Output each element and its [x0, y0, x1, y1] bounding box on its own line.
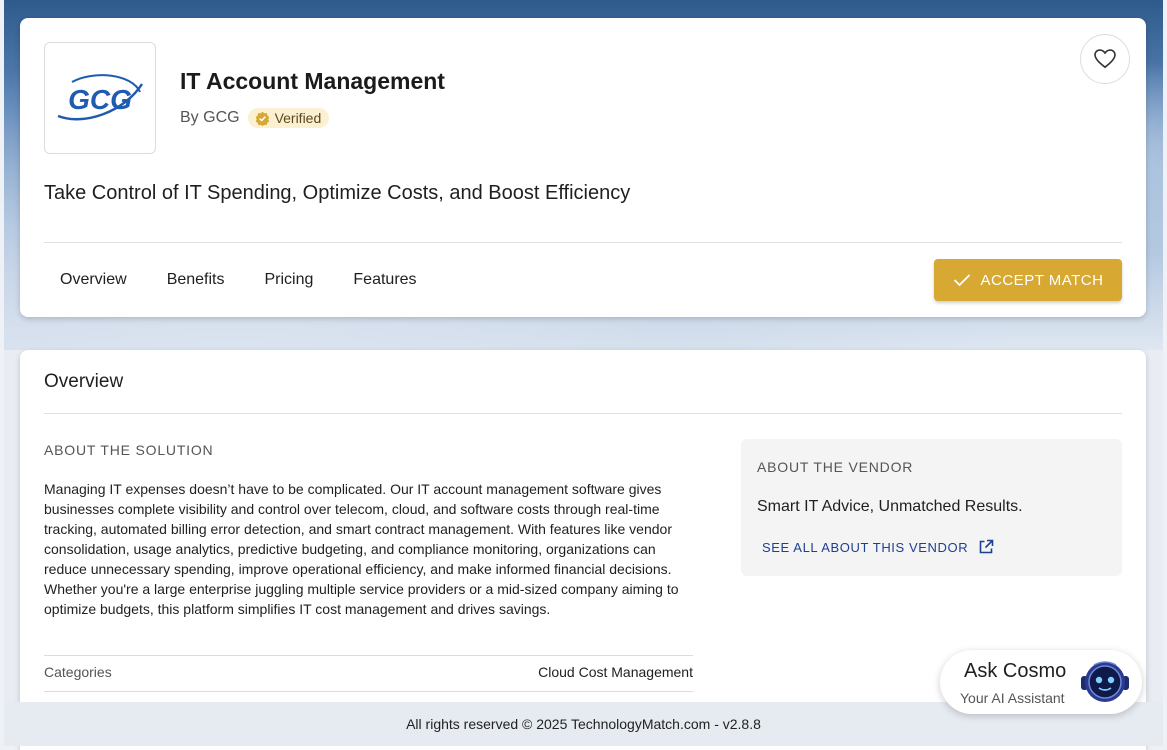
categories-value: Cloud Cost Management	[538, 664, 693, 680]
tab-pricing[interactable]: Pricing	[249, 260, 330, 300]
external-link-icon	[979, 539, 994, 554]
footer-copyright: All rights reserved © 2025 TechnologyMat…	[406, 716, 761, 732]
verified-badge: Verified	[247, 108, 330, 128]
gcg-logo-icon: GCG	[57, 74, 144, 121]
heart-icon	[1094, 49, 1116, 69]
product-tagline: Take Control of IT Spending, Optimize Co…	[44, 182, 631, 204]
header-divider	[44, 242, 1122, 243]
robot-avatar-icon	[1081, 661, 1129, 702]
tab-overview[interactable]: Overview	[44, 260, 143, 300]
ask-cosmo-widget[interactable]: Ask Cosmo Your AI Assistant	[940, 650, 1142, 714]
favorite-button[interactable]	[1080, 34, 1130, 84]
about-vendor-panel: ABOUT THE VENDOR Smart IT Advice, Unmatc…	[741, 439, 1122, 576]
see-vendor-link-label: SEE ALL ABOUT THIS VENDOR	[762, 539, 969, 555]
product-title: IT Account Management	[180, 68, 445, 94]
accept-match-button[interactable]: ACCEPT MATCH	[934, 259, 1122, 301]
tab-features[interactable]: Features	[337, 260, 432, 300]
categories-label: Categories	[44, 664, 112, 680]
see-vendor-link[interactable]: SEE ALL ABOUT THIS VENDOR	[762, 539, 994, 555]
about-solution-label: ABOUT THE SOLUTION	[44, 442, 214, 458]
product-header-card: GCG IT Account Management By GCG Verifie…	[20, 18, 1146, 317]
about-solution-text: Managing IT expenses doesn’t have to be …	[44, 481, 679, 617]
verified-check-icon	[255, 111, 269, 126]
overview-title: Overview	[44, 371, 124, 392]
categories-top-divider	[44, 655, 693, 656]
categories-bottom-divider	[44, 691, 693, 692]
verified-label: Verified	[274, 110, 322, 126]
vendor-tagline: Smart IT Advice, Unmatched Results.	[757, 498, 1023, 515]
cosmo-title: Ask Cosmo	[964, 660, 1067, 682]
tab-benefits[interactable]: Benefits	[151, 260, 241, 300]
by-vendor-label: By GCG	[180, 109, 240, 126]
vendor-byline: By GCG Verified	[180, 108, 330, 128]
cosmo-subtitle: Your AI Assistant	[960, 690, 1065, 706]
accept-match-label: ACCEPT MATCH	[980, 271, 1104, 289]
product-tabs: Overview Benefits Pricing Features	[44, 260, 441, 300]
check-icon	[953, 274, 970, 287]
svg-text:GCG: GCG	[68, 84, 132, 115]
vendor-logo: GCG	[44, 42, 156, 154]
overview-divider	[44, 413, 1122, 414]
about-vendor-label: ABOUT THE VENDOR	[757, 459, 914, 475]
